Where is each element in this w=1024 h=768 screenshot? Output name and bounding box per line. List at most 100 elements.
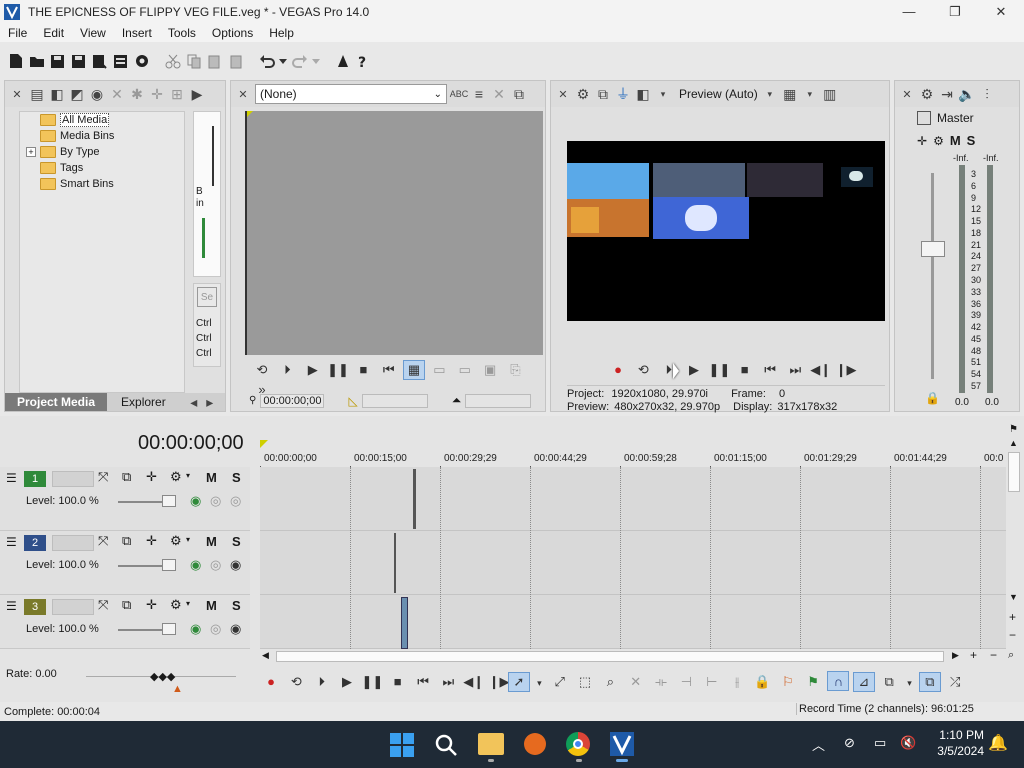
track-fx-icon[interactable]: ⧉	[122, 469, 131, 485]
stop-icon[interactable]: ■	[734, 359, 756, 379]
master-fx-icon[interactable]: ✛	[917, 134, 927, 148]
close-panel-icon[interactable]: ✕	[899, 86, 915, 102]
track-solo-button[interactable]: S	[232, 534, 241, 549]
close-button[interactable]: ✕	[978, 0, 1024, 23]
track-compositing-icon[interactable]: ◉	[190, 557, 201, 573]
selection-tool-icon[interactable]: ⬚	[574, 672, 596, 692]
chrome-icon[interactable]	[566, 732, 590, 756]
menu-insert[interactable]: Insert	[114, 26, 160, 40]
capture-video-icon[interactable]: ◧	[49, 86, 65, 102]
master-gear-icon[interactable]: ⚙	[933, 134, 944, 148]
track-composite-icon[interactable]: ✛	[146, 469, 157, 485]
track-fx-icon[interactable]: ⧉	[122, 533, 131, 549]
chevron-down-icon[interactable]: ▾	[186, 471, 190, 480]
tree-item-tags[interactable]: Tags	[40, 160, 83, 176]
close-panel-icon[interactable]: ✕	[235, 86, 251, 102]
menu-file[interactable]: File	[0, 26, 35, 40]
track-mute-button[interactable]: M	[206, 534, 217, 549]
trim-start-icon[interactable]: ⊣	[675, 672, 697, 692]
speaker-icon[interactable]: 🔈	[958, 86, 975, 102]
preview-video-frame[interactable]	[567, 141, 885, 321]
selection-length-field[interactable]	[361, 393, 428, 408]
scroll-down-icon[interactable]: ▼	[1009, 592, 1018, 602]
mixer-routing-icon[interactable]: ⫶	[979, 86, 995, 102]
file-explorer-icon[interactable]	[478, 733, 504, 755]
spell-abc-icon[interactable]: ABC	[450, 86, 469, 102]
properties-icon[interactable]	[111, 52, 130, 71]
track-composite-icon[interactable]: ✛	[146, 597, 157, 613]
zoom-out-track-height-icon[interactable]: −	[1009, 628, 1016, 642]
vegas-taskbar-icon[interactable]	[610, 732, 634, 756]
timeline-horizontal-scrollbar[interactable]: ◀ ▶ + − ⌕	[260, 648, 1022, 664]
get-media-icon[interactable]: ◩	[69, 86, 85, 102]
trim-end-icon[interactable]: ⊢	[701, 672, 723, 692]
previous-frame-icon[interactable]: ◀❙	[810, 360, 832, 380]
timeline-cursor-time[interactable]: 00:00:00;00	[138, 432, 244, 455]
tree-item-by-type[interactable]: + By Type	[26, 144, 100, 160]
media-fx-icon[interactable]: ✱	[129, 86, 145, 102]
scroll-left-icon[interactable]: ◀	[262, 650, 269, 661]
import-media-icon[interactable]: ▤	[29, 86, 45, 102]
fit-icon[interactable]: ▣	[479, 360, 501, 380]
volume-muted-icon[interactable]: 🔇	[900, 735, 916, 751]
loop-icon[interactable]: ⟲	[632, 360, 654, 380]
track-collapse-icon[interactable]: ☰	[6, 599, 17, 613]
expand-plus-icon[interactable]: +	[26, 147, 36, 157]
track-name-field[interactable]	[52, 535, 94, 551]
track-mask-icon[interactable]: ◉	[230, 557, 241, 573]
video-event[interactable]	[413, 469, 416, 529]
track-motion-icon[interactable]: ⤧	[98, 533, 108, 549]
insert-marker-icon[interactable]: ⚐	[777, 672, 799, 692]
tree-item-smart-bins[interactable]: Smart Bins	[40, 176, 114, 192]
track-compositing-icon[interactable]: ◉	[190, 493, 201, 509]
windows-start-icon[interactable]	[390, 733, 414, 757]
copy-snapshot-icon[interactable]: ▥	[822, 86, 838, 102]
loop-icon[interactable]: ⟲	[285, 672, 307, 692]
trimmer-options-icon[interactable]: ⧉	[511, 86, 527, 102]
taskbar-clock[interactable]: 1:10 PM 3/5/2024	[928, 727, 984, 759]
auto-preview-icon[interactable]: ✛	[149, 86, 165, 102]
save-as-icon[interactable]	[69, 52, 88, 71]
render-as-icon[interactable]	[90, 52, 109, 71]
rate-slider-handle[interactable]: ◆◆◆	[150, 670, 175, 683]
redo-dropdown-icon[interactable]	[311, 52, 321, 71]
event-fx-icon[interactable]: ⧉	[918, 671, 941, 692]
chevron-down-icon[interactable]: ▾	[186, 535, 190, 544]
track-name-field[interactable]	[52, 599, 94, 615]
track-fx-icon[interactable]: ⧉	[122, 597, 131, 613]
hand-edit-tool-icon[interactable]	[333, 52, 352, 71]
next-frame-icon[interactable]: ❙▶	[835, 360, 857, 380]
minimize-button[interactable]: —	[886, 0, 932, 23]
track-name-field[interactable]	[52, 471, 94, 487]
next-frame-icon[interactable]: ❙▶	[488, 672, 510, 692]
track-mute-button[interactable]: M	[206, 470, 217, 485]
master-solo-button[interactable]: S	[967, 133, 976, 148]
mixer-gear-icon[interactable]: ⚙	[919, 86, 935, 102]
envelope-tool-icon[interactable]: ⤢	[549, 672, 571, 692]
track-gear-icon[interactable]: ⚙	[170, 469, 182, 485]
firefox-icon[interactable]	[524, 733, 546, 755]
track-level-handle[interactable]	[162, 559, 176, 571]
track-parent-icon[interactable]: ◎	[210, 621, 221, 637]
track-level-handle[interactable]	[162, 495, 176, 507]
track-parent-icon[interactable]: ◎	[210, 557, 221, 573]
timeline-lane-2[interactable]	[260, 531, 1006, 595]
pause-icon[interactable]: ❚❚	[708, 360, 730, 380]
track-motion-icon[interactable]: ⤧	[98, 597, 108, 613]
lock-icon[interactable]: 🔒	[925, 391, 940, 405]
lock-event-icon[interactable]: 🔒	[751, 672, 773, 692]
track-mute-button[interactable]: M	[206, 598, 217, 613]
pause-icon[interactable]: ❚❚	[361, 672, 383, 692]
mixer-in-icon[interactable]: ⇥	[939, 86, 955, 102]
zoom-edit-tool-icon[interactable]: ⌕	[599, 672, 621, 692]
chevron-down-icon[interactable]: ▾	[186, 599, 190, 608]
redo-icon[interactable]	[290, 52, 309, 71]
vertical-scroll-thumb[interactable]	[1008, 452, 1020, 492]
snapping-icon[interactable]: ∩	[827, 671, 850, 691]
menu-edit[interactable]: Edit	[35, 26, 72, 40]
mark-out-icon[interactable]: ⏶	[452, 393, 462, 408]
save-icon[interactable]	[48, 52, 67, 71]
play-icon[interactable]: ▶	[336, 672, 358, 692]
track-motion-icon[interactable]: ⤧	[98, 469, 108, 485]
track-composite-icon[interactable]: ✛	[146, 533, 157, 549]
